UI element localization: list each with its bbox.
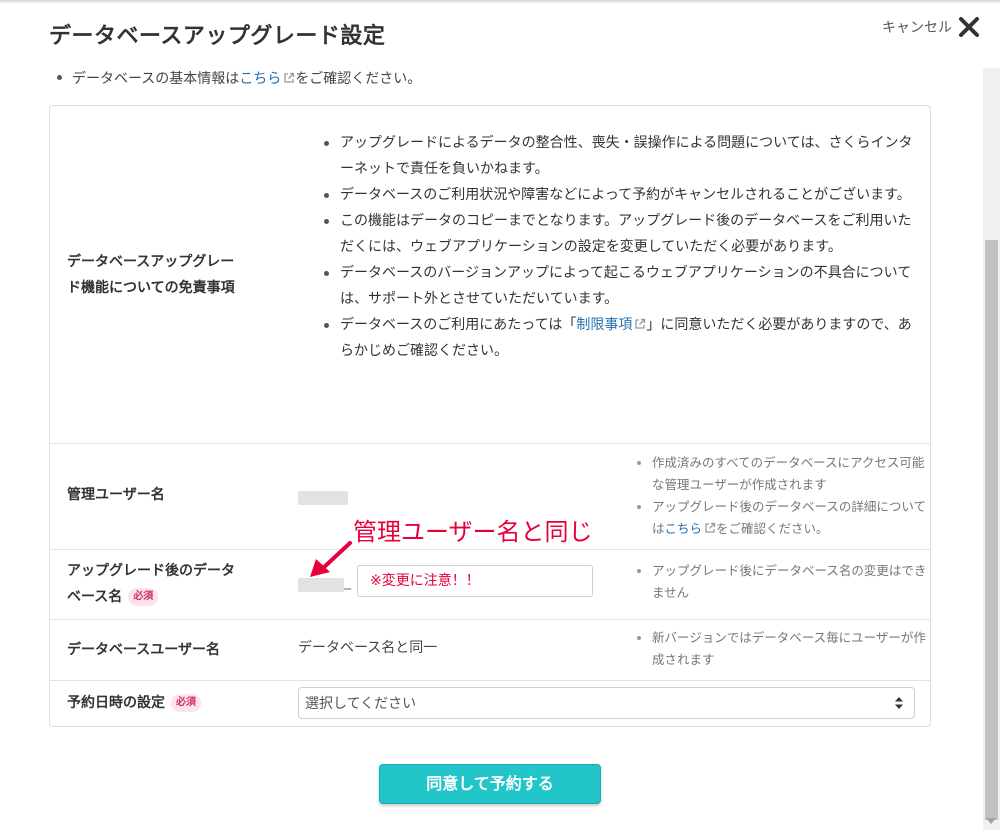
admin-note-suffix: をご確認ください。 bbox=[716, 521, 829, 536]
db-name-label-line2: ベース名 必須 bbox=[67, 584, 235, 610]
db-name-notes: アップグレード後にデータベース名の変更はできません bbox=[633, 560, 928, 604]
admin-user-label: 管理ユーザー名 bbox=[67, 487, 165, 503]
disclaimer-item: アップグレードによるデータの整合性、喪失・誤操作による問題については、さくらイン… bbox=[320, 130, 918, 182]
disclaimer-list: アップグレードによるデータの整合性、喪失・誤操作による問題については、さくらイン… bbox=[320, 130, 918, 364]
select-arrows-icon bbox=[895, 697, 903, 709]
info-suffix: をご確認ください。 bbox=[295, 71, 422, 87]
db-user-notes: 新バージョンではデータベース毎にユーザーが作成されます bbox=[633, 627, 928, 671]
restrictions-link[interactable]: 制限事項 bbox=[576, 317, 632, 333]
disclaimer-item: この機能はデータのコピーまでとなります。アップグレード後のデータベースをご利用い… bbox=[320, 208, 918, 260]
db-user-row: データベースユーザー名 新バージョンではデータベース毎にユーザーが作成されます bbox=[50, 619, 930, 680]
db-name-label-text: ベース名 bbox=[67, 589, 123, 605]
disclaimer-label: データベースアップグレー ド機能についての免責事項 bbox=[67, 249, 235, 301]
annotation-text: 管理ユーザー名と同じ bbox=[353, 518, 593, 546]
basic-info-line: データベースの基本情報はこちら をご確認ください。 bbox=[57, 68, 421, 88]
external-link-icon bbox=[284, 72, 295, 83]
admin-user-note: アップグレード後のデータベースの詳細についてはこちら をご確認ください。 bbox=[633, 496, 928, 540]
required-badge: 必須 bbox=[128, 588, 159, 606]
admin-user-notes: 作成済みのすべてのデータベースにアクセス可能な管理ユーザーが作成されます アップ… bbox=[633, 452, 928, 540]
db-name-label: アップグレード後のデータ ベース名 必須 bbox=[67, 558, 235, 610]
info-prefix: データベースの基本情報は bbox=[72, 71, 240, 87]
bullet-dot bbox=[57, 74, 62, 80]
external-link-icon bbox=[705, 522, 716, 533]
top-shadow bbox=[0, 0, 1000, 4]
scrollbar-thumb[interactable] bbox=[985, 240, 998, 820]
db-name-input[interactable]: ※変更に注意！！ bbox=[357, 565, 593, 597]
db-user-note: 新バージョンではデータベース毎にユーザーが作成されます bbox=[633, 627, 928, 671]
disclaimer-label-line2: ド機能についての免責事項 bbox=[67, 280, 235, 296]
disclaimer-item: データベースのバージョンアップによって起こるウェブアプリケーションの不具合につい… bbox=[320, 260, 918, 312]
scroll-down-arrow-icon[interactable] bbox=[986, 818, 996, 824]
db-user-value: データベース名と同一 bbox=[298, 640, 438, 656]
settings-panel: データベースアップグレー ド機能についての免責事項 アップグレードによるデータの… bbox=[49, 105, 931, 727]
db-user-label: データベースユーザー名 bbox=[67, 642, 221, 658]
db-name-note: アップグレード後にデータベース名の変更はできません bbox=[633, 560, 928, 604]
agree-reserve-button[interactable]: 同意して予約する bbox=[379, 764, 601, 804]
disclaimer-row: データベースアップグレー ド機能についての免責事項 アップグレードによるデータの… bbox=[50, 106, 930, 443]
cancel-label: キャンセル bbox=[882, 20, 952, 36]
schedule-select-value: 選択してください bbox=[305, 696, 417, 712]
db-name-prefix-redacted bbox=[298, 578, 344, 592]
admin-user-note: 作成済みのすべてのデータベースにアクセス可能な管理ユーザーが作成されます bbox=[633, 452, 928, 496]
page-title: データベースアップグレード設定 bbox=[49, 24, 386, 49]
disclaimer-item: データベースのご利用状況や障害などによって予約がキャンセルされることがございます… bbox=[320, 182, 918, 208]
close-icon[interactable] bbox=[958, 16, 980, 38]
disclaimer-last-prefix: データベースのご利用にあたっては「 bbox=[340, 317, 577, 333]
schedule-label: 予約日時の設定 必須 bbox=[67, 690, 201, 716]
required-badge: 必須 bbox=[171, 694, 201, 712]
disclaimer-label-line1: データベースアップグレー bbox=[67, 254, 235, 270]
schedule-label-text: 予約日時の設定 bbox=[67, 695, 165, 711]
db-name-label-line1: アップグレード後のデータ bbox=[67, 563, 235, 579]
external-link-icon bbox=[635, 318, 646, 329]
cancel-button[interactable]: キャンセル bbox=[882, 16, 980, 38]
annotation-arrow-icon bbox=[310, 541, 352, 577]
schedule-select[interactable]: 選択してください bbox=[298, 687, 915, 719]
admin-details-link[interactable]: こちら bbox=[665, 521, 703, 536]
admin-user-value-redacted bbox=[298, 491, 348, 505]
basic-info-link[interactable]: こちら bbox=[239, 71, 281, 87]
disclaimer-item: データベースのご利用にあたっては「制限事項 」に同意いただく必要がありますので、あ… bbox=[320, 312, 918, 364]
